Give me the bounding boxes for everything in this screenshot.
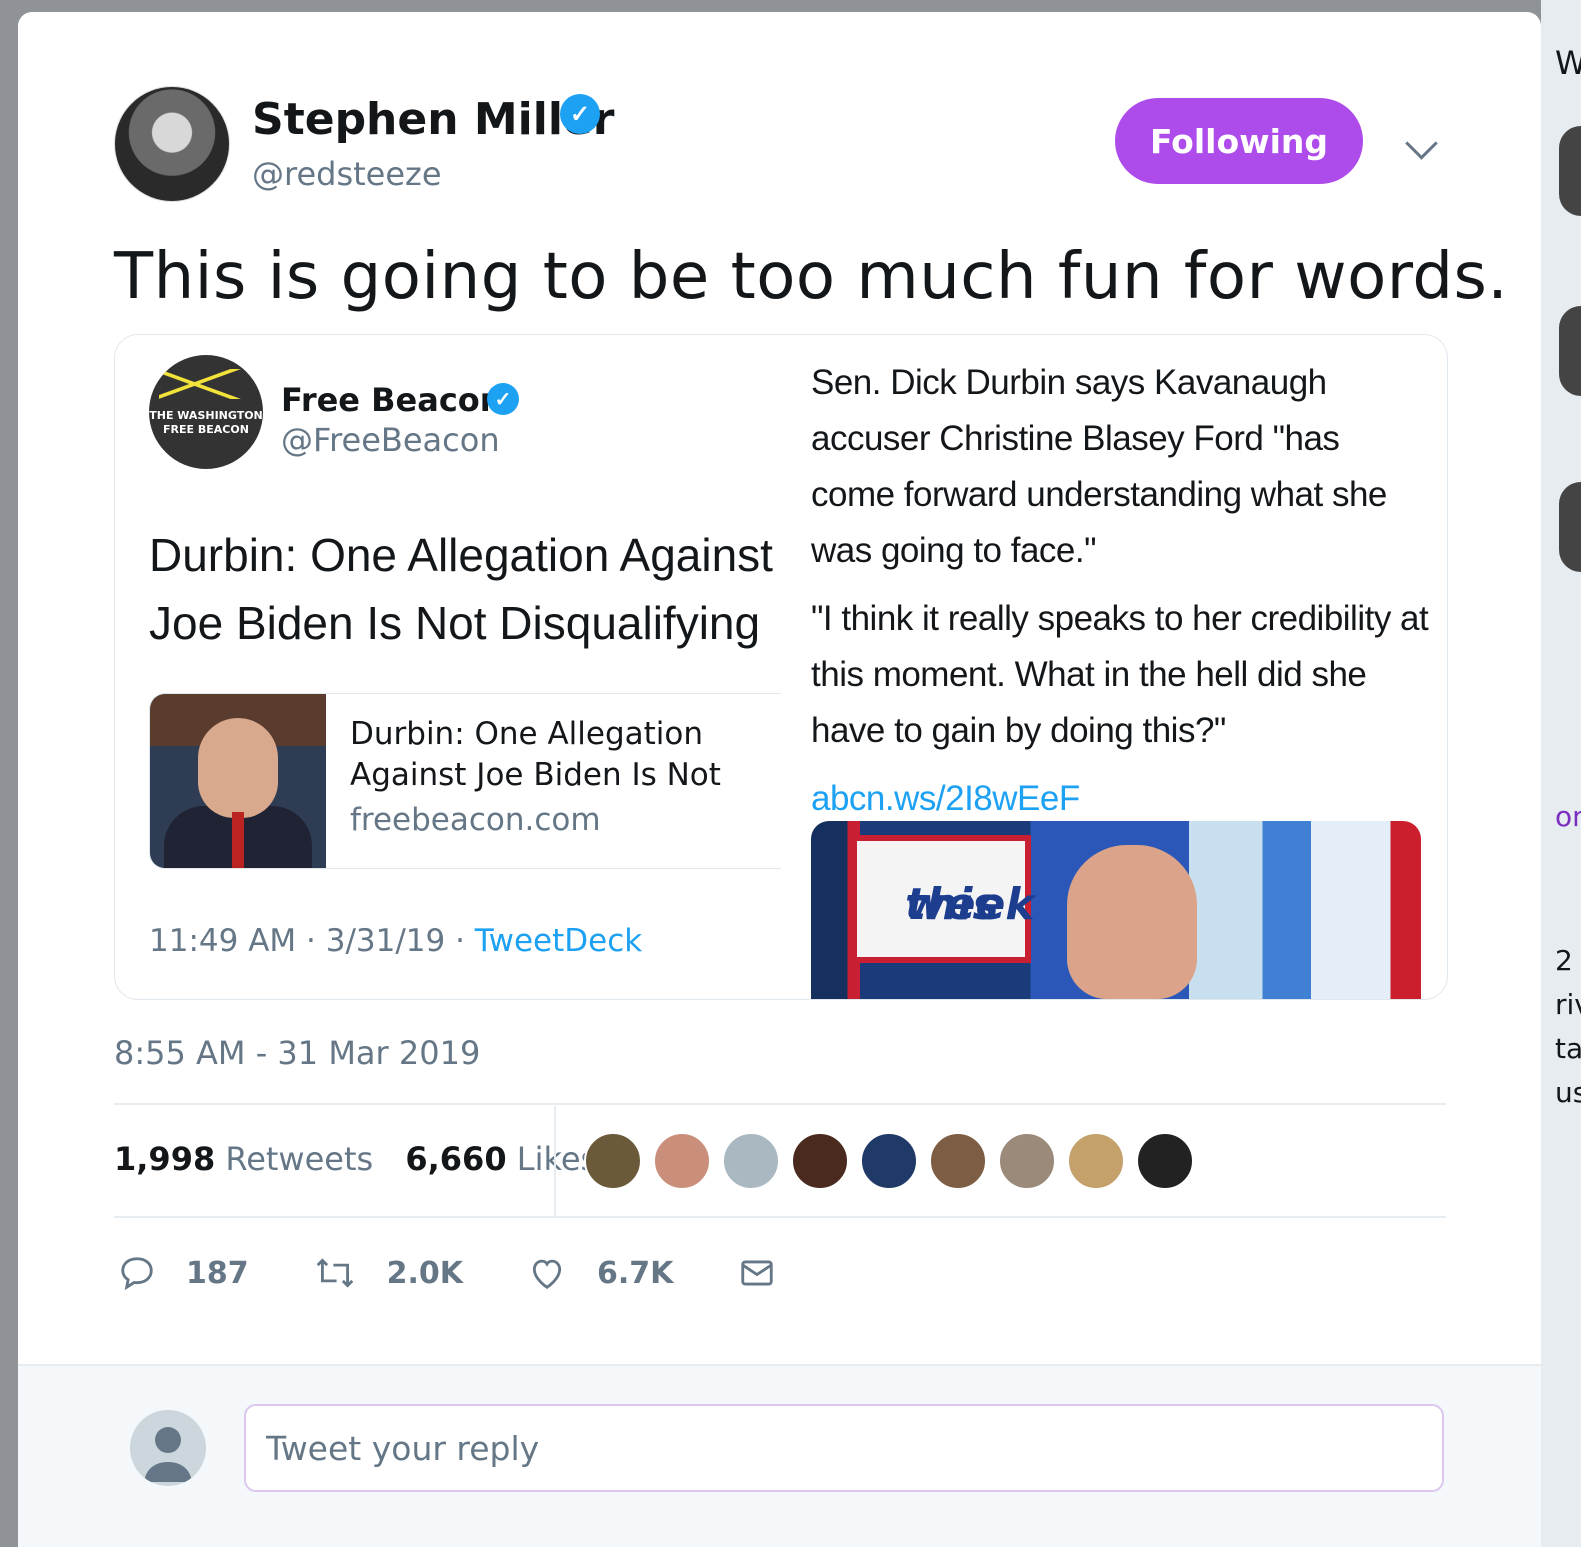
quoted-tweet-time: 11:49 AM	[149, 923, 297, 959]
link-preview-title: Durbin: One Allegation Against Joe Biden…	[350, 716, 721, 793]
retweets-label[interactable]: Retweets	[225, 1140, 373, 1178]
quoted-author-handle[interactable]: @FreeBeacon	[281, 421, 500, 459]
avatar-logo-text: FREE BEACON	[163, 423, 249, 436]
liker-avatar[interactable]	[998, 1132, 1056, 1190]
reply-count: 187	[186, 1255, 249, 1291]
author-handle[interactable]: @redsteeze	[252, 155, 442, 193]
reply-icon[interactable]	[118, 1254, 156, 1292]
quoted-tweet-meta: 11:49 AM · 3/31/19 · TweetDeck	[149, 923, 643, 959]
background-avatar	[1559, 126, 1581, 216]
liker-avatar[interactable]	[860, 1132, 918, 1190]
retweet-action[interactable]: 2.0K	[313, 1254, 463, 1292]
background-text-fragment: W	[1555, 44, 1581, 82]
background-avatar	[1559, 482, 1581, 572]
quoted-paragraph: "I think it really speaks to her credibi…	[811, 599, 1429, 750]
quoted-paragraph: Sen. Dick Durbin says Kavanaugh accuser …	[811, 363, 1387, 570]
free-beacon-avatar[interactable]: THE WASHINGTON FREE BEACON	[149, 355, 263, 469]
lighthouse-rays-icon	[159, 369, 253, 399]
tweet-timestamp[interactable]: 8:55 AM - 31 Mar 2019	[114, 1034, 480, 1072]
heart-icon[interactable]	[527, 1254, 567, 1292]
author-avatar[interactable]	[114, 86, 230, 202]
user-avatar[interactable]	[130, 1410, 206, 1486]
this-week-logo: this week	[851, 835, 1035, 963]
quoted-column-gap	[781, 335, 811, 999]
chevron-down-icon[interactable]	[1405, 127, 1438, 160]
reply-action[interactable]: 187	[118, 1254, 249, 1292]
quoted-tweet-date: 3/31/19	[325, 923, 446, 959]
liker-avatar[interactable]	[791, 1132, 849, 1190]
liker-avatars	[584, 1132, 1194, 1190]
verified-badge-icon: ✓	[487, 383, 519, 415]
quoted-link[interactable]: abcn.ws/2I8wEeF	[811, 779, 1080, 818]
divider	[114, 1216, 1446, 1218]
retweets-count[interactable]: 1,998	[114, 1140, 215, 1178]
background-avatar	[1559, 306, 1581, 396]
like-action[interactable]: 6.7K	[527, 1254, 673, 1292]
tweet-text: This is going to be too much fun for wor…	[114, 240, 1509, 314]
reply-input[interactable]	[244, 1404, 1444, 1492]
retweet-count: 2.0K	[386, 1255, 464, 1291]
liker-avatar[interactable]	[929, 1132, 987, 1190]
stats-divider	[554, 1106, 556, 1218]
tweet-modal: Stephen Miller ✓ @redsteeze Following Th…	[18, 12, 1541, 1547]
quoted-tweet-source[interactable]: TweetDeck	[475, 923, 642, 959]
background-text-fragment: us	[1555, 1076, 1581, 1109]
verified-badge-icon: ✓	[560, 94, 600, 134]
link-preview-domain: freebeacon.com	[350, 802, 601, 838]
retweet-icon[interactable]	[313, 1254, 357, 1292]
divider	[114, 1103, 1446, 1105]
quoted-tweet-card[interactable]: THE WASHINGTON FREE BEACON Free Beacon ✓…	[114, 334, 1448, 1000]
link-preview-card[interactable]: Durbin: One Allegation Against Joe Biden…	[149, 693, 782, 869]
envelope-icon[interactable]	[737, 1254, 777, 1292]
video-person	[1067, 845, 1197, 999]
liker-avatar[interactable]	[1136, 1132, 1194, 1190]
avatar-logo-text: THE WASHINGTON	[149, 409, 263, 422]
logo-text: week	[905, 879, 1035, 930]
background-text-fragment: riv	[1555, 988, 1581, 1021]
background-text-fragment: on	[1555, 800, 1581, 833]
background-page: W on 2 riv tat us	[1541, 0, 1581, 1547]
reply-composer	[18, 1364, 1541, 1547]
tweet-stats: 1,998 Retweets 6,660 Likes	[114, 1140, 619, 1178]
like-count: 6.7K	[597, 1255, 674, 1291]
likes-count[interactable]: 6,660	[405, 1140, 506, 1178]
liker-avatar[interactable]	[584, 1132, 642, 1190]
quoted-author-name[interactable]: Free Beacon	[281, 381, 503, 419]
video-thumbnail[interactable]: this week	[811, 821, 1421, 999]
following-button[interactable]: Following	[1115, 98, 1363, 184]
background-text-fragment: tat	[1555, 1032, 1581, 1065]
liker-avatar[interactable]	[722, 1132, 780, 1190]
dm-action[interactable]	[737, 1254, 777, 1292]
tweet-actions: 187 2.0K 6.7K	[118, 1254, 841, 1292]
liker-avatar[interactable]	[1067, 1132, 1125, 1190]
quoted-headline: Durbin: One Allegation Against Joe Biden…	[149, 529, 773, 649]
liker-avatar[interactable]	[653, 1132, 711, 1190]
quoted-tweet-body: Sen. Dick Durbin says Kavanaugh accuser …	[811, 355, 1431, 839]
link-preview-image	[150, 694, 326, 868]
background-text-fragment: 2	[1555, 944, 1573, 977]
